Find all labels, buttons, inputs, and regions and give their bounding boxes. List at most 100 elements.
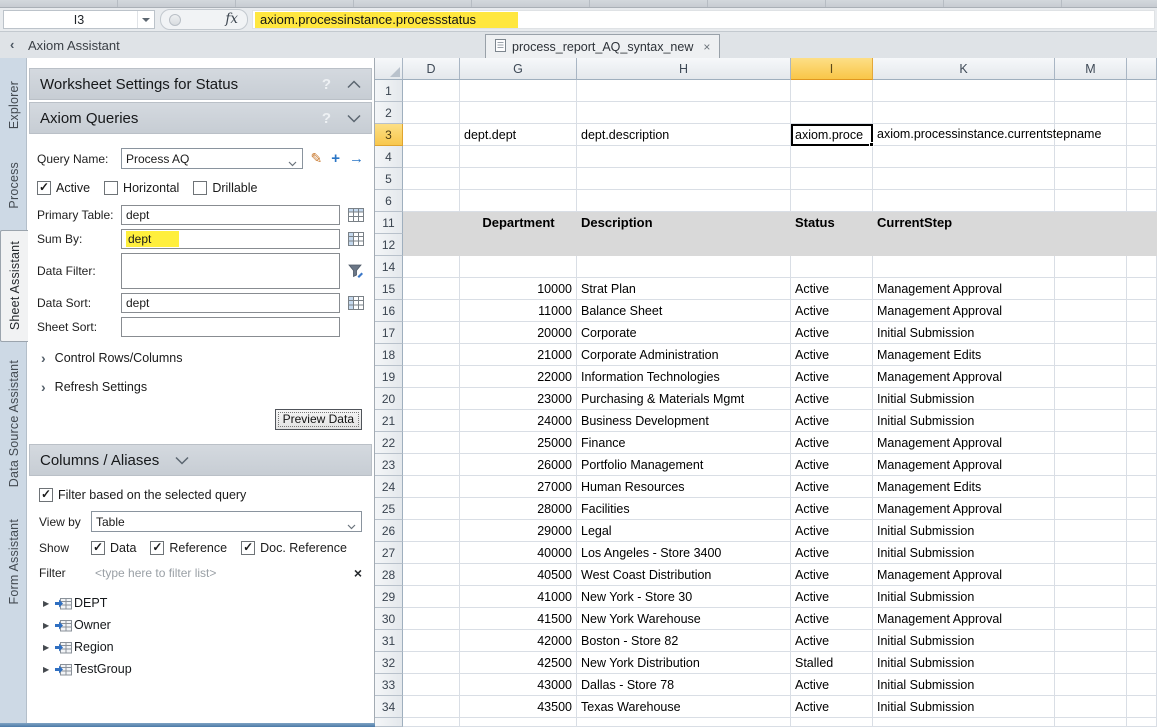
cell-D19[interactable] [403, 366, 460, 388]
row-header-2[interactable]: 2 [375, 102, 403, 124]
cell-I16[interactable]: Active [791, 300, 873, 322]
cell-K28[interactable]: Management Approval [873, 564, 1055, 586]
cell-D31[interactable] [403, 630, 460, 652]
cell-I18[interactable]: Active [791, 344, 873, 366]
cell-M33[interactable] [1055, 674, 1127, 696]
query-name-select[interactable]: Process AQ [121, 148, 303, 169]
cell-overflow[interactable] [1127, 168, 1157, 190]
cell-D14[interactable] [403, 256, 460, 278]
tree-expander-icon[interactable]: ▶ [43, 643, 55, 652]
filter-editor-icon[interactable] [340, 264, 364, 279]
add-query-icon[interactable]: + [331, 150, 340, 167]
cell-I19[interactable]: Active [791, 366, 873, 388]
cell-G18[interactable]: 21000 [460, 344, 577, 366]
section-columns-aliases[interactable]: Columns / Aliases [29, 444, 372, 476]
cell-G23[interactable]: 26000 [460, 454, 577, 476]
cell-D20[interactable] [403, 388, 460, 410]
cell-G26[interactable]: 29000 [460, 520, 577, 542]
row-header-3[interactable]: 3 [375, 124, 403, 146]
cell-H28[interactable]: West Coast Distribution [577, 564, 791, 586]
checkbox-show-reference[interactable]: ✓Reference [150, 541, 227, 555]
cell-K3[interactable]: axiom.processinstance.currentstepname [873, 124, 1055, 146]
column-header-K[interactable]: K [873, 58, 1055, 80]
cell-G34[interactable]: 43500 [460, 696, 577, 718]
cell-overflow[interactable] [1127, 388, 1157, 410]
checkbox-horizontal[interactable]: Horizontal [104, 181, 179, 195]
side-tab-explorer[interactable]: Explorer [0, 70, 27, 140]
cell-M2[interactable] [1055, 102, 1127, 124]
cell-M6[interactable] [1055, 190, 1127, 212]
cell-H6[interactable] [577, 190, 791, 212]
cell-I5[interactable] [791, 168, 873, 190]
cell-M19[interactable] [1055, 366, 1127, 388]
primary-table-input[interactable]: dept [121, 205, 340, 225]
cell-overflow[interactable] [1127, 586, 1157, 608]
cell-K21[interactable]: Initial Submission [873, 410, 1055, 432]
control-rows-columns-expander[interactable]: › Control Rows/Columns [41, 350, 364, 366]
tree-expander-icon[interactable]: ▶ [43, 599, 55, 608]
cell-M15[interactable] [1055, 278, 1127, 300]
cell-D22[interactable] [403, 432, 460, 454]
cell-M28[interactable] [1055, 564, 1127, 586]
cell-overflow[interactable] [1127, 476, 1157, 498]
cell-overflow[interactable] [1127, 608, 1157, 630]
cell-I22[interactable]: Active [791, 432, 873, 454]
chevron-up-icon[interactable] [347, 80, 361, 89]
cell-D2[interactable] [403, 102, 460, 124]
cell-G31[interactable]: 42000 [460, 630, 577, 652]
cell-M34[interactable] [1055, 696, 1127, 718]
cell-D32[interactable] [403, 652, 460, 674]
cell-H32[interactable]: New York Distribution [577, 652, 791, 674]
cell-I17[interactable]: Active [791, 322, 873, 344]
sum-by-input[interactable]: dept [121, 229, 340, 249]
cell-H3[interactable]: dept.description [577, 124, 791, 146]
column-header-G[interactable]: G [460, 58, 577, 80]
cell-K25[interactable]: Management Approval [873, 498, 1055, 520]
cell-M1[interactable] [1055, 80, 1127, 102]
cell-M25[interactable] [1055, 498, 1127, 520]
cell-D29[interactable] [403, 586, 460, 608]
cell-D4[interactable] [403, 146, 460, 168]
cell-I33[interactable]: Active [791, 674, 873, 696]
row-header-26[interactable]: 26 [375, 520, 403, 542]
cell-K22[interactable]: Management Approval [873, 432, 1055, 454]
cell-K6[interactable] [873, 190, 1055, 212]
cell-H33[interactable]: Dallas - Store 78 [577, 674, 791, 696]
cell-G1[interactable] [460, 80, 577, 102]
cell-overflow[interactable] [1127, 498, 1157, 520]
cell-G21[interactable]: 24000 [460, 410, 577, 432]
row-header-22[interactable]: 22 [375, 432, 403, 454]
cell-overflow[interactable] [1127, 190, 1157, 212]
side-tab-process[interactable]: Process [0, 154, 27, 216]
tree-expander-icon[interactable]: ▶ [43, 665, 55, 674]
section-worksheet-settings[interactable]: Worksheet Settings for Status ? [29, 68, 372, 100]
cell-H20[interactable]: Purchasing & Materials Mgmt [577, 388, 791, 410]
checkbox-active[interactable]: ✓Active [37, 181, 90, 195]
row-header-34[interactable]: 34 [375, 696, 403, 718]
cell-M32[interactable] [1055, 652, 1127, 674]
cell[interactable] [1055, 718, 1127, 727]
cell-G3[interactable]: dept.dept [460, 124, 577, 146]
select-all-corner[interactable] [375, 58, 403, 80]
name-box[interactable]: I3 [3, 10, 155, 29]
cell-G27[interactable]: 40000 [460, 542, 577, 564]
back-icon[interactable]: ‹ [10, 37, 14, 52]
cell-overflow[interactable] [1127, 80, 1157, 102]
cell-H34[interactable]: Texas Warehouse [577, 696, 791, 718]
cell-K2[interactable] [873, 102, 1055, 124]
row-header-32[interactable]: 32 [375, 652, 403, 674]
cell-D23[interactable] [403, 454, 460, 476]
cell-K24[interactable]: Management Edits [873, 476, 1055, 498]
row-header-12[interactable]: 12 [375, 234, 403, 256]
cell-overflow[interactable] [1127, 454, 1157, 476]
cell-M26[interactable] [1055, 520, 1127, 542]
cell-I24[interactable]: Active [791, 476, 873, 498]
cell-M17[interactable] [1055, 322, 1127, 344]
help-icon[interactable]: ? [322, 110, 331, 127]
cell-M27[interactable] [1055, 542, 1127, 564]
cell-H24[interactable]: Human Resources [577, 476, 791, 498]
cell-H2[interactable] [577, 102, 791, 124]
section-axiom-queries[interactable]: Axiom Queries ? [29, 102, 372, 134]
side-tab-sheet-assistant[interactable]: Sheet Assistant [0, 230, 28, 342]
cell-K5[interactable] [873, 168, 1055, 190]
